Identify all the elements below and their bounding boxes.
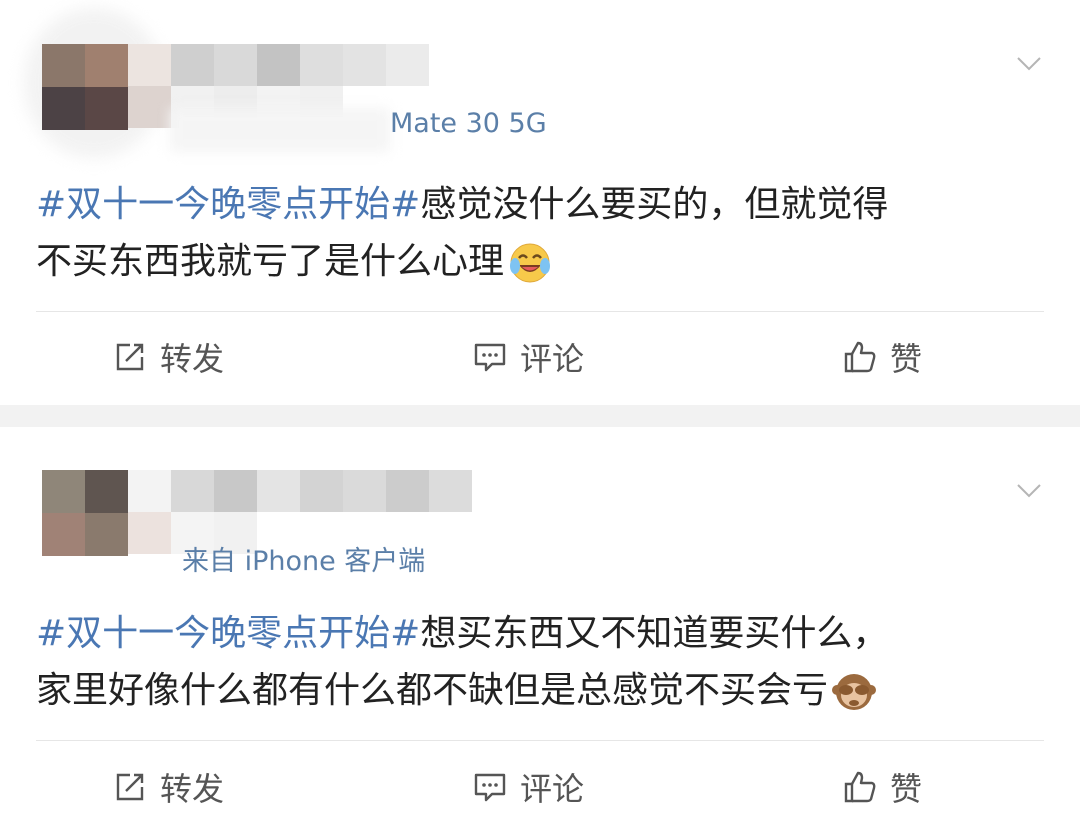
- divider: [36, 311, 1044, 312]
- comment-label: 评论: [520, 340, 585, 378]
- like-label: 赞: [890, 770, 923, 808]
- divider: [36, 740, 1044, 741]
- repost-button[interactable]: 转发: [112, 327, 224, 387]
- hashtag-link[interactable]: #双十一今晚零点开始#: [36, 613, 420, 654]
- post-meta-source: 来自 iPhone 客户端: [182, 546, 426, 577]
- post-card-2: 来自 iPhone 客户端 #双十一今晚零点开始#想买东西又不知道要买什么， 家…: [0, 427, 1080, 824]
- post-meta-source: Mate 30 5G: [390, 108, 547, 139]
- repost-label: 转发: [160, 770, 225, 808]
- post-text: 想买东西又不知道要买什么，: [420, 613, 889, 654]
- post-content: #双十一今晚零点开始#想买东西又不知道要买什么， 家里好像什么都有什么都不缺但是…: [36, 605, 1046, 719]
- action-bar: 转发 评论 赞: [0, 327, 1080, 387]
- comment-icon: [474, 343, 506, 372]
- like-button[interactable]: 赞: [842, 757, 922, 817]
- username-blurred[interactable]: [128, 470, 473, 512]
- comment-label: 评论: [520, 770, 585, 808]
- hashtag-link[interactable]: #双十一今晚零点开始#: [36, 184, 420, 225]
- repost-icon: [116, 343, 144, 371]
- post-text-line-2: 家里好像什么都有什么都不缺但是总感觉不买会亏: [36, 670, 829, 711]
- repost-label: 转发: [160, 340, 225, 378]
- chevron-down-icon[interactable]: [1016, 477, 1042, 503]
- feed-separator: [0, 405, 1080, 427]
- avatar-pixelated[interactable]: [42, 44, 128, 130]
- meta-blur: [170, 108, 390, 152]
- avatar-pixelated[interactable]: [42, 470, 128, 556]
- post-content: #双十一今晚零点开始#感觉没什么要买的，但就觉得 不买东西我就亏了是什么心理: [36, 176, 1046, 290]
- thumbs-up-icon: [844, 341, 876, 373]
- post-text-line-2: 不买东西我就亏了是什么心理: [36, 241, 505, 282]
- laughing-crying-emoji: [510, 243, 551, 283]
- chevron-down-icon[interactable]: [1016, 50, 1042, 76]
- post-card-1: Mate 30 5G #双十一今晚零点开始#感觉没什么要买的，但就觉得 不买东西…: [0, 0, 1080, 405]
- see-no-evil-monkey-emoji: [832, 674, 877, 710]
- action-bar: 转发 评论 赞: [0, 757, 1080, 817]
- post-text: 感觉没什么要买的，但就觉得: [420, 184, 889, 225]
- repost-button[interactable]: 转发: [112, 757, 224, 817]
- thumbs-up-icon: [844, 771, 876, 803]
- like-button[interactable]: 赞: [842, 327, 922, 387]
- comment-button[interactable]: 评论: [472, 757, 584, 817]
- comment-icon: [474, 773, 506, 802]
- username-blurred[interactable]: [128, 44, 429, 86]
- like-label: 赞: [890, 340, 923, 378]
- repost-icon: [116, 773, 144, 801]
- comment-button[interactable]: 评论: [472, 327, 584, 387]
